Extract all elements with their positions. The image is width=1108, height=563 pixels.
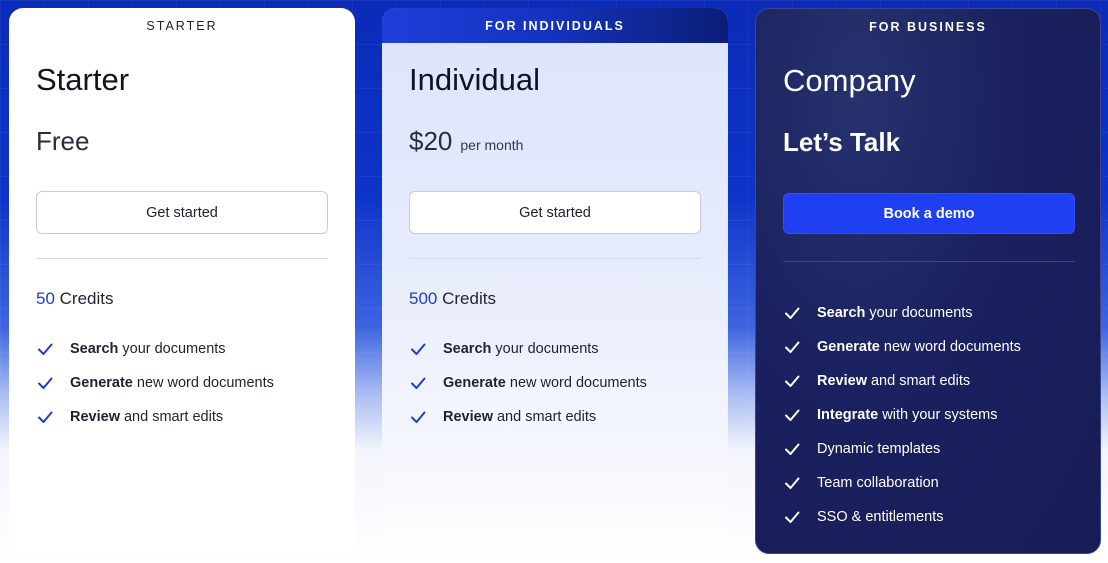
- credits-amount: 50 Credits: [36, 289, 114, 309]
- feature-item: Generate new word documents: [36, 366, 274, 400]
- plan-name: Company: [783, 63, 916, 98]
- feature-text: and smart edits: [496, 409, 597, 425]
- feature-text: new word documents: [509, 375, 647, 391]
- credits-amount: 500 Credits: [409, 289, 496, 309]
- feature-highlight: Review: [70, 409, 120, 425]
- feature-item: Integrate with your systems: [783, 398, 1021, 432]
- check-icon: [38, 377, 53, 389]
- check-icon: [785, 409, 800, 421]
- feature-highlight: Search: [70, 341, 119, 357]
- divider: [783, 261, 1075, 262]
- feature-text: your documents: [122, 341, 226, 357]
- feature-highlight: Generate: [817, 339, 880, 355]
- feature-highlight: Generate: [443, 375, 506, 391]
- credits-number: 50: [36, 289, 55, 308]
- price-amount: $20: [409, 126, 453, 156]
- feature-item: Review and smart edits: [783, 364, 1021, 398]
- check-icon: [785, 443, 800, 455]
- feature-highlight: Review: [817, 373, 867, 389]
- feature-list: Search your documents Generate new word …: [409, 332, 647, 434]
- feature-highlight: Integrate: [817, 407, 879, 423]
- check-icon: [785, 511, 800, 523]
- check-icon: [785, 375, 800, 387]
- book-demo-button[interactable]: Book a demo: [783, 193, 1075, 234]
- feature-highlight: Generate: [70, 375, 133, 391]
- plan-price: Free: [36, 126, 89, 157]
- feature-list: Search your documents Generate new word …: [783, 296, 1021, 534]
- check-icon: [785, 341, 800, 353]
- feature-text: new word documents: [136, 375, 274, 391]
- feature-highlight: Review: [443, 409, 493, 425]
- plan-tag: FOR INDIVIDUALS: [382, 8, 728, 43]
- feature-text: with your systems: [882, 407, 998, 423]
- feature-text: Dynamic templates: [817, 441, 941, 457]
- divider: [409, 258, 701, 259]
- credits-label: Credits: [59, 289, 114, 308]
- credits-number: 500: [409, 289, 438, 308]
- feature-item: Generate new word documents: [783, 330, 1021, 364]
- feature-item: SSO & entitlements: [783, 500, 1021, 534]
- plan-name: Starter: [36, 62, 130, 97]
- feature-text: your documents: [495, 341, 599, 357]
- pricing-card-company: FOR BUSINESS Company Let’s Talk Book a d…: [755, 8, 1101, 554]
- price-period: per month: [460, 137, 524, 153]
- feature-item: Search your documents: [409, 332, 647, 366]
- feature-text: Team collaboration: [817, 475, 939, 491]
- check-icon: [38, 343, 53, 355]
- check-icon: [38, 411, 53, 423]
- get-started-button[interactable]: Get started: [409, 191, 701, 234]
- feature-item: Review and smart edits: [36, 400, 274, 434]
- check-icon: [411, 411, 426, 423]
- pricing-card-individual: FOR INDIVIDUALS Individual $20 per month…: [382, 8, 728, 554]
- feature-item: Search your documents: [783, 296, 1021, 330]
- plan-price: $20 per month: [409, 126, 523, 157]
- check-icon: [785, 477, 800, 489]
- credits-label: Credits: [442, 289, 496, 308]
- plan-tag: FOR BUSINESS: [869, 19, 987, 34]
- feature-item: Review and smart edits: [409, 400, 647, 434]
- get-started-button[interactable]: Get started: [36, 191, 328, 234]
- check-icon: [785, 307, 800, 319]
- plan-price: Let’s Talk: [783, 127, 900, 158]
- check-icon: [411, 377, 426, 389]
- feature-text: and smart edits: [123, 409, 224, 425]
- feature-text: SSO & entitlements: [817, 509, 944, 525]
- feature-list: Search your documents Generate new word …: [36, 332, 274, 434]
- feature-item: Dynamic templates: [783, 432, 1021, 466]
- plan-name: Individual: [409, 62, 540, 97]
- divider: [36, 258, 328, 259]
- feature-highlight: Search: [817, 305, 866, 321]
- feature-item: Search your documents: [36, 332, 274, 366]
- feature-text: your documents: [869, 305, 973, 321]
- pricing-card-starter: STARTER Starter Free Get started 50 Cred…: [9, 8, 355, 554]
- price-amount: Free: [36, 126, 90, 156]
- feature-highlight: Search: [443, 341, 492, 357]
- price-amount: Let’s Talk: [783, 127, 901, 157]
- plan-tag: STARTER: [146, 18, 218, 33]
- feature-item: Generate new word documents: [409, 366, 647, 400]
- check-icon: [411, 343, 426, 355]
- feature-item: Team collaboration: [783, 466, 1021, 500]
- feature-text: and smart edits: [870, 373, 971, 389]
- feature-text: new word documents: [883, 339, 1021, 355]
